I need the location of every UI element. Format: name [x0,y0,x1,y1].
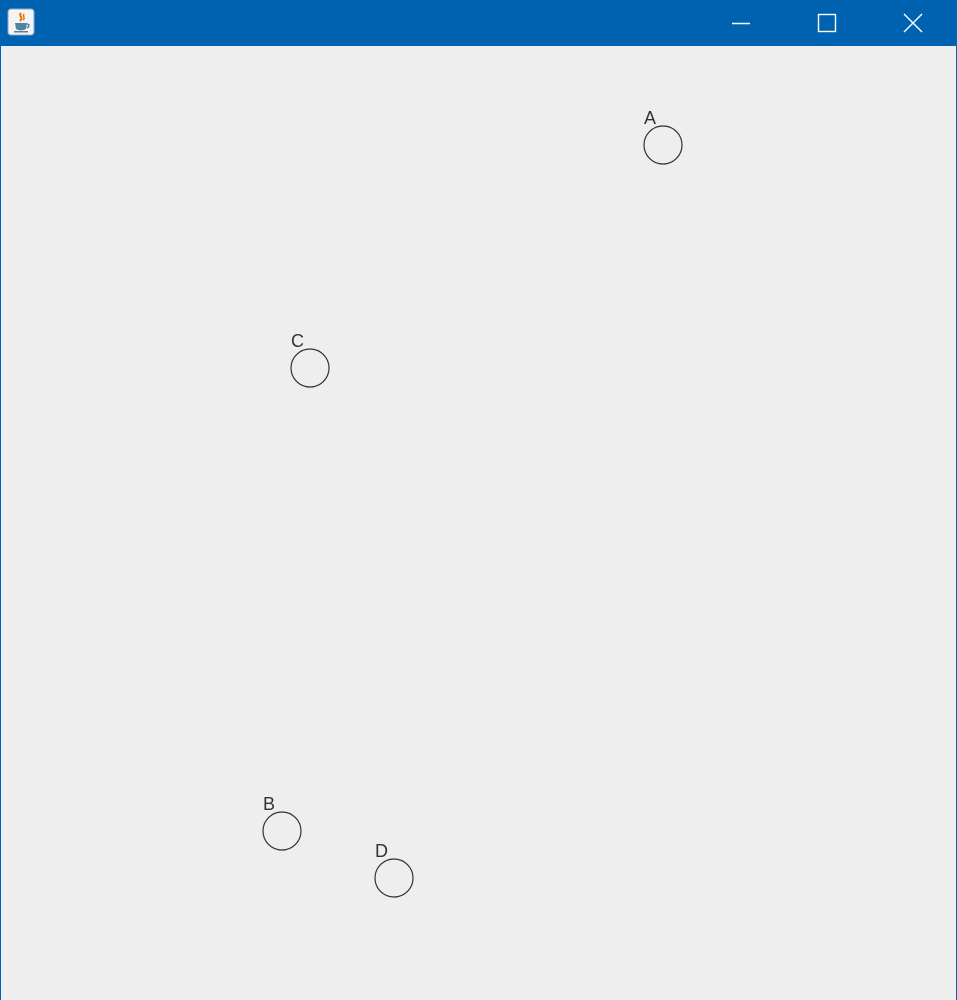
app-window: A C B D [0,0,957,1000]
node-circle [643,125,683,165]
java-cup-icon[interactable] [7,8,35,36]
maximize-icon [817,13,837,33]
node-d[interactable]: D [374,841,414,898]
node-label: B [263,794,275,814]
node-a[interactable]: A [643,108,683,165]
node-circle [290,348,330,388]
node-label: A [644,108,656,128]
close-button[interactable] [870,0,956,46]
maximize-button[interactable] [784,0,870,46]
minimize-button[interactable] [698,0,784,46]
close-icon [903,13,923,33]
node-label: D [375,841,388,861]
node-c[interactable]: C [290,331,330,388]
minimize-icon [732,22,750,25]
node-b[interactable]: B [262,794,302,851]
node-circle [374,858,414,898]
title-bar[interactable] [1,0,956,46]
node-circle [262,811,302,851]
node-label: C [291,331,304,351]
drawing-canvas[interactable]: A C B D [1,46,956,1000]
